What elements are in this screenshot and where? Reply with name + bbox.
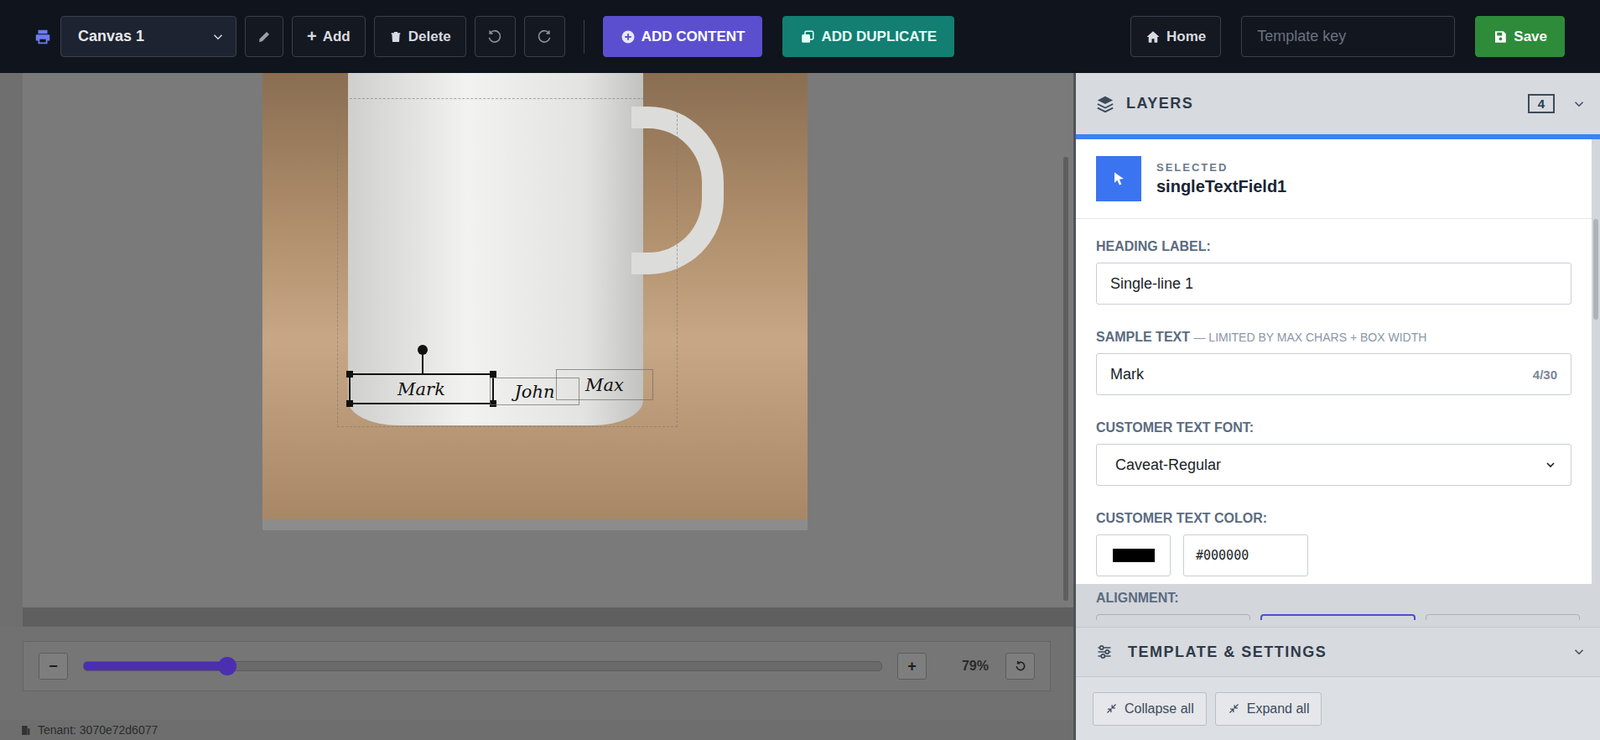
text-layer[interactable]: Mark [348, 373, 494, 405]
chevron-icon [1571, 644, 1587, 660]
top-toolbar: Canvas 1 +Add Delete ADD CONTENT ADD DUP… [0, 0, 1600, 73]
alignment-option[interactable] [1425, 613, 1580, 620]
trash-icon [389, 30, 403, 44]
editor-app: Canvas 1 +Add Delete ADD CONTENT ADD DUP… [0, 0, 1600, 740]
heading-label-input[interactable]: Single-line 1 [1096, 262, 1572, 305]
add-duplicate-button[interactable]: ADD DUPLICATE [782, 15, 955, 58]
add-button[interactable]: +Add [291, 15, 366, 58]
zoom-reading: 79% [961, 658, 989, 674]
undo-button[interactable] [474, 15, 516, 58]
toolbar-separator [583, 20, 585, 54]
plus-circle-icon [620, 29, 636, 45]
canvas-select[interactable]: Canvas 1 [60, 15, 237, 58]
chevron-down-icon [1543, 457, 1558, 472]
mug-handle [631, 106, 724, 275]
selected-layer-name: singleTextField1 [1156, 176, 1287, 197]
reset-icon [1013, 659, 1028, 673]
layer-count-badge: 4 [1527, 93, 1555, 114]
panel-action-button[interactable]: Collapse all [1092, 691, 1207, 726]
resize-handle[interactable] [346, 400, 354, 407]
undo-icon [486, 28, 504, 46]
tenant-footer: Tenant: 3070e72d6077 [0, 719, 1074, 740]
save-button[interactable]: Save [1475, 15, 1565, 58]
zoom-in-button[interactable]: + [897, 652, 927, 680]
rename-button[interactable] [244, 15, 284, 58]
text-layer[interactable]: Max [555, 368, 654, 400]
layer-properties: SELECTED singleTextField1 HEADING LABEL:… [1075, 139, 1600, 620]
canvas-column: Mark John Max − + 79% Tenant: 3070e72d60… [0, 72, 1074, 740]
resize-handle[interactable] [489, 400, 497, 407]
section-header[interactable]: TEMPLATE & SETTINGS [1075, 626, 1600, 676]
sample-text-input[interactable]: Mark 4/30 [1096, 353, 1572, 395]
rotate-handle[interactable] [417, 344, 428, 355]
duplicate-icon [800, 29, 816, 45]
properties-panel: LAYERS 4 SELECTED singleTextField1 HEADI… [1073, 72, 1600, 740]
color-swatch[interactable] [1096, 534, 1171, 577]
zoom-out-button[interactable]: − [38, 652, 68, 680]
alignment-option[interactable] [1096, 613, 1251, 620]
panel-actions: Collapse all Expand all [1075, 675, 1600, 740]
mug-photo: Mark John Max [262, 72, 808, 520]
layers-header[interactable]: LAYERS 4 [1075, 72, 1600, 135]
cursor-icon [1096, 155, 1142, 202]
horizontal-scrollbar[interactable] [22, 607, 1074, 627]
redo-button[interactable] [524, 15, 566, 58]
resize-handle[interactable] [346, 370, 354, 378]
add-content-button[interactable]: ADD CONTENT [602, 15, 764, 58]
expand-icon [1227, 701, 1241, 715]
layers-icon [1096, 94, 1115, 114]
font-select[interactable]: Caveat-Regular [1096, 443, 1572, 486]
floppy-icon [1492, 29, 1508, 45]
canvas-workspace: Mark John Max [0, 72, 1074, 627]
resize-handle[interactable] [489, 370, 497, 378]
selected-layer-card: SELECTED singleTextField1 HEADING LABEL:… [1075, 139, 1592, 584]
zoom-reset-button[interactable] [1005, 652, 1035, 680]
panel-action-button[interactable]: Expand all [1215, 691, 1323, 726]
home-icon [1145, 29, 1161, 45]
printer-icon[interactable] [33, 27, 52, 47]
alignment-option[interactable] [1260, 613, 1417, 620]
chevron-icon [1571, 96, 1587, 112]
collapse-icon [1105, 701, 1118, 715]
sliders-icon [1096, 643, 1113, 660]
zoom-bar: − + 79% [22, 640, 1051, 691]
home-button[interactable]: Home [1130, 15, 1221, 58]
vertical-scrollbar[interactable] [1063, 156, 1069, 601]
redo-icon [535, 28, 553, 46]
template-key-input[interactable] [1241, 15, 1455, 58]
pencil-icon [256, 29, 272, 45]
chevron-down-icon [210, 29, 226, 45]
text-layer[interactable]: John [489, 377, 580, 406]
alignment-field: ALIGNMENT: [1075, 583, 1600, 620]
zoom-slider[interactable] [83, 656, 883, 676]
building-icon [20, 724, 32, 736]
color-hex-input[interactable]: #000000 [1183, 534, 1309, 577]
delete-button[interactable]: Delete [374, 15, 467, 58]
